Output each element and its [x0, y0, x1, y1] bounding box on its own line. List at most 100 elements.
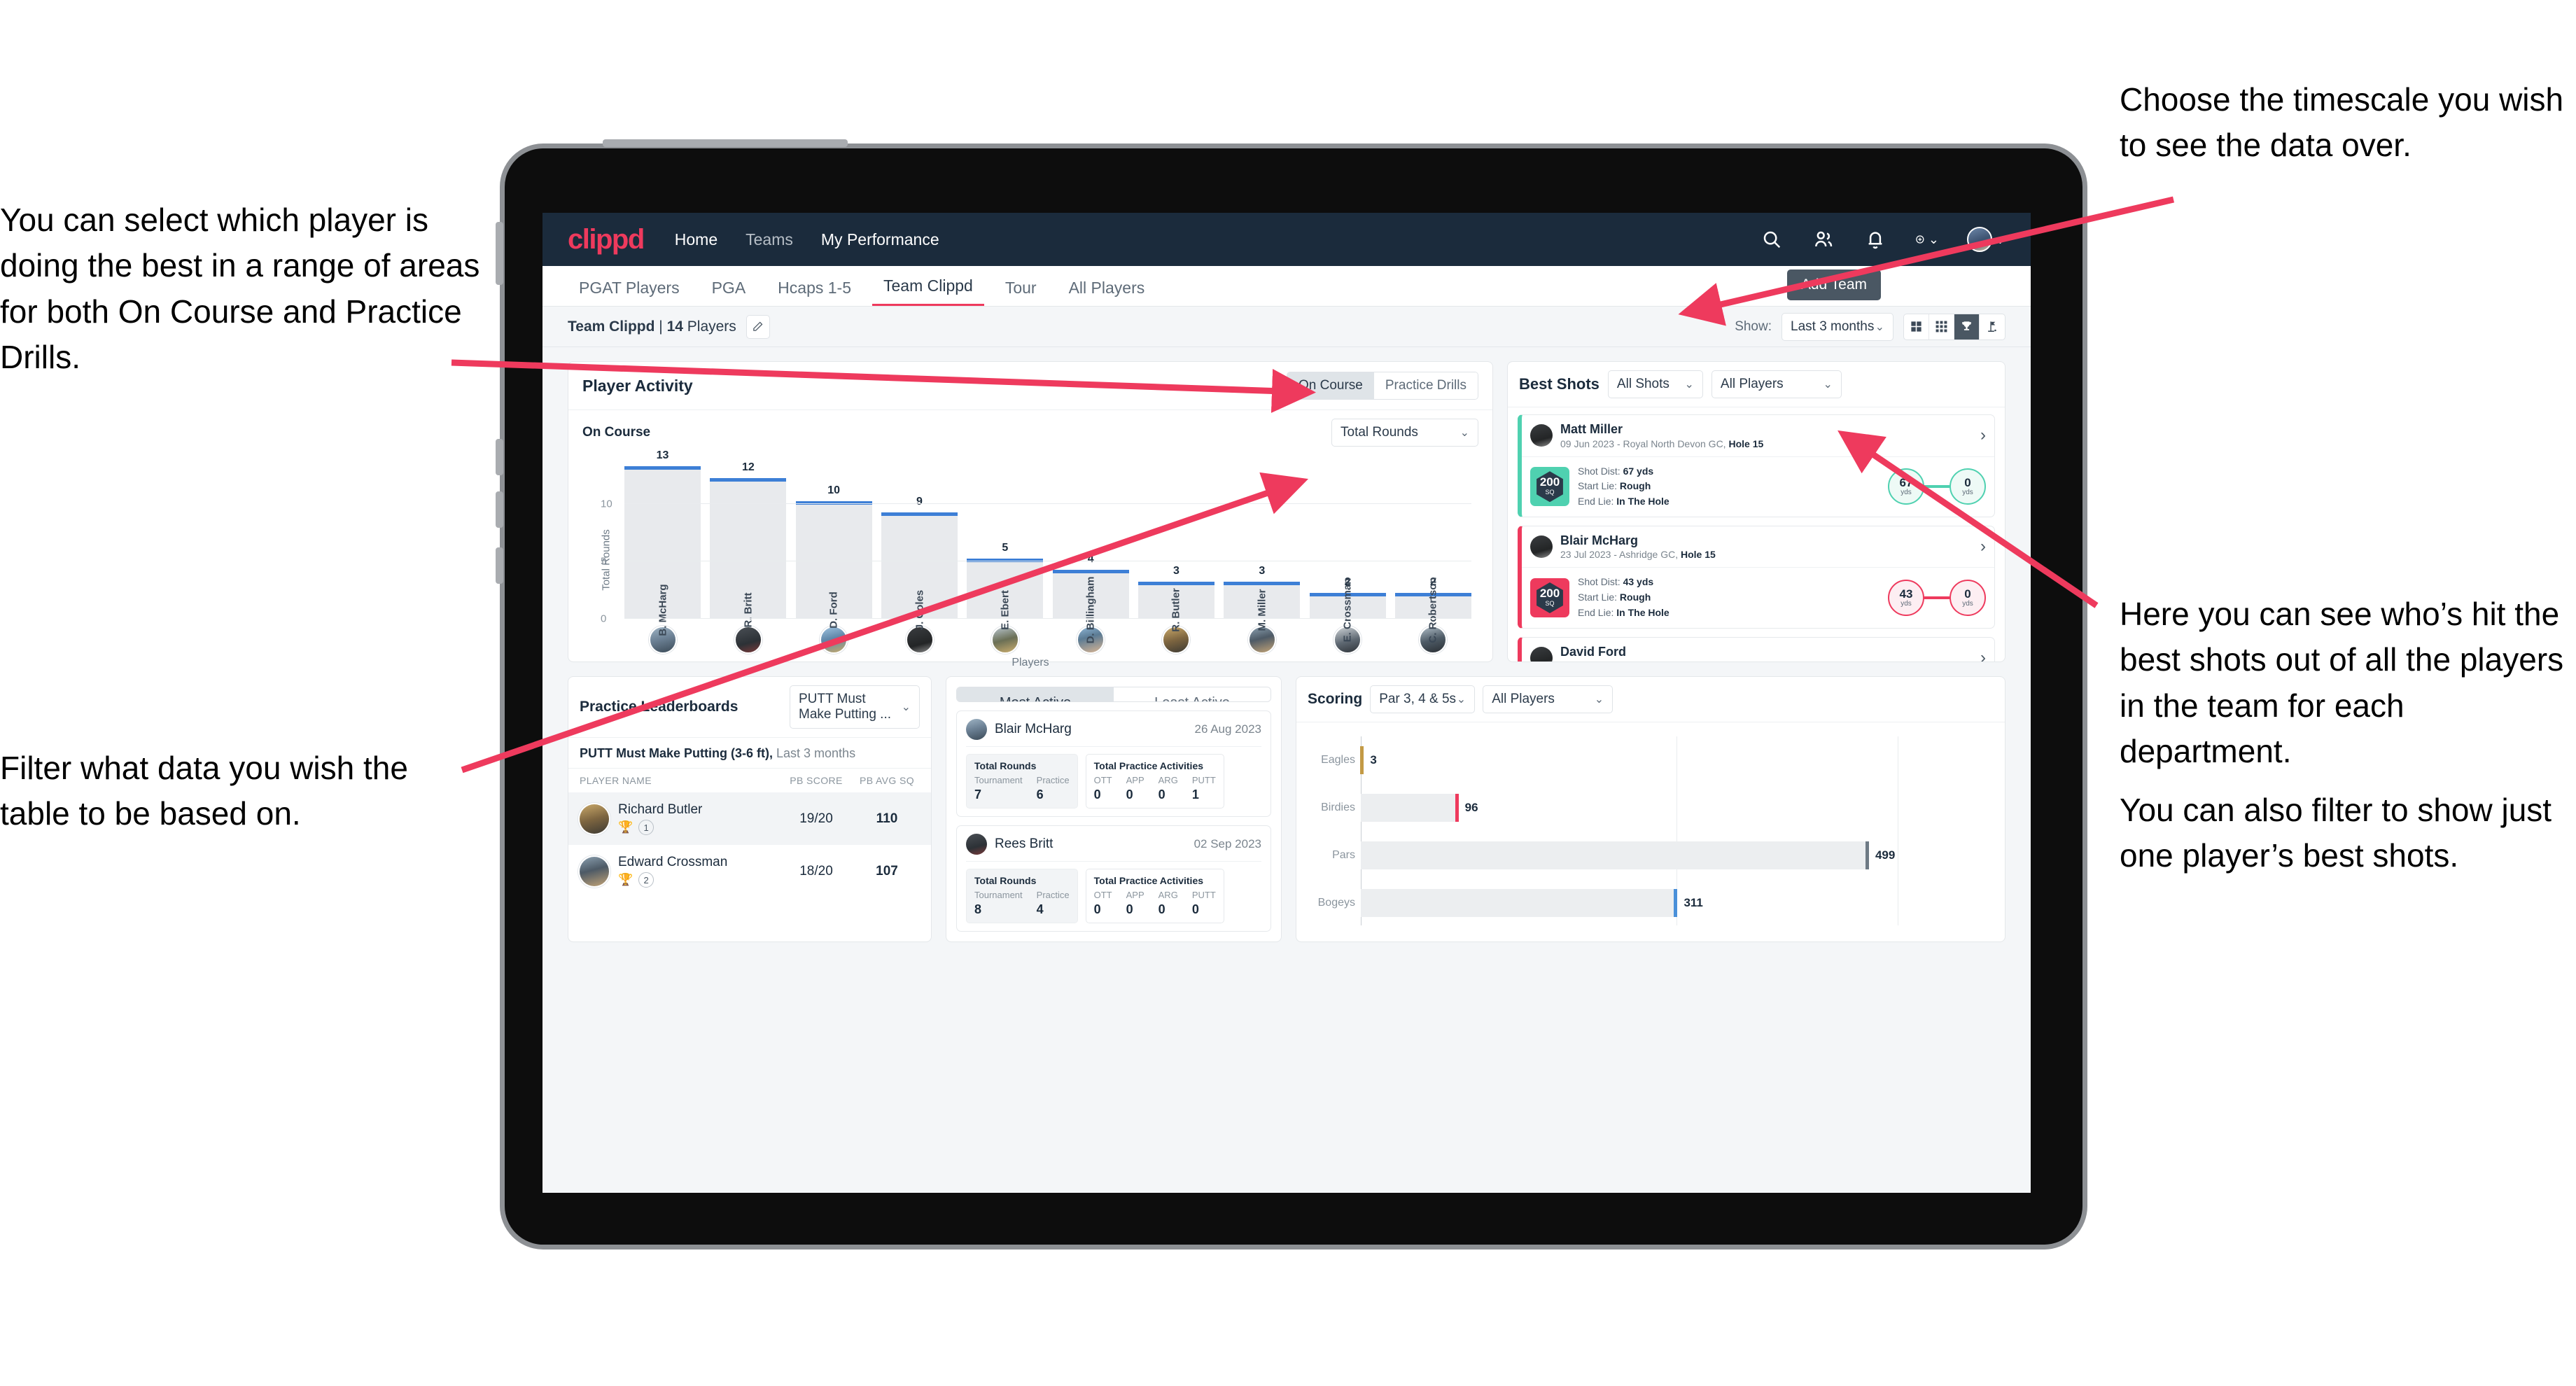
chevron-right-icon[interactable]: › — [1980, 648, 1986, 662]
player-activity-chart: Total Rounds 13 B. McHarg 12 R. Britt 10 D. F… — [568, 449, 1492, 669]
activity-player-card[interactable]: Rees Britt 02 Sep 2023 Total Rounds Tournam… — [956, 825, 1271, 932]
nav-link-my-performance[interactable]: My Performance — [821, 230, 939, 249]
activity-stat-key: ARG — [1158, 890, 1178, 900]
tab-least-active[interactable]: Least Active — [1114, 687, 1270, 701]
activity-date: 02 Sep 2023 — [1194, 837, 1261, 850]
tablet-screen: clippd Home Teams My Performance ⌄ ⌄ PGA… — [542, 213, 2031, 1193]
practice-leaderboards-header: Practice Leaderboards PUTT Must Make Put… — [568, 677, 931, 738]
total-rounds-values: Tournament 8 Practice 4 — [974, 890, 1070, 917]
leaderboard-rows: Richard Butler 🏆 1 19/20 110 Edward Crossman 🏆… — [568, 792, 931, 897]
activity-stat-value: 4 — [1036, 902, 1044, 916]
metric-select[interactable]: Total Rounds ⌄ — [1331, 419, 1478, 447]
chart-bar-column[interactable]: 12 R. Britt — [710, 458, 787, 628]
segment-practice-drills[interactable]: Practice Drills — [1373, 372, 1478, 399]
device-volume-down-button[interactable] — [496, 491, 503, 528]
chart-bar-column[interactable]: 3 M. Miller — [1224, 458, 1301, 631]
avatar — [966, 719, 987, 740]
tab-all-players[interactable]: All Players — [1058, 279, 1156, 306]
best-shot-hole: Hole 15 — [1730, 660, 1765, 662]
team-player-count: 14 — [666, 318, 683, 335]
chart-bar-column[interactable]: 2 C. Robertson — [1394, 458, 1471, 643]
nav-link-teams[interactable]: Teams — [746, 230, 793, 249]
scoring-row[interactable]: Pars 499 — [1332, 841, 1992, 869]
player-avatar-cell[interactable] — [710, 626, 786, 654]
tab-team-clippd[interactable]: Team Clippd — [872, 276, 984, 306]
activity-practice-stat: OTT 0 — [1094, 775, 1112, 802]
people-icon[interactable] — [1812, 227, 1835, 251]
best-shot-header: Matt Miller 09 Jun 2023 - Royal North Dev… — [1522, 415, 1994, 457]
chevron-down-icon: ⌄ — [1456, 694, 1466, 706]
chart-bar-cap — [1138, 581, 1214, 585]
chevron-right-icon[interactable]: › — [1980, 426, 1986, 445]
search-icon[interactable] — [1760, 227, 1784, 251]
golf-flag-icon[interactable] — [1980, 314, 2005, 340]
activity-stat-key: PUTT — [1191, 890, 1216, 900]
grid-2x2-icon[interactable] — [1904, 314, 1929, 340]
best-shots-header: Best Shots All Shots ⌄ All Players ⌄ — [1508, 362, 2005, 407]
player-avatar-cell[interactable] — [796, 626, 872, 654]
par-select[interactable]: Par 3, 4 & 5s ⌄ — [1370, 685, 1476, 713]
plus-circle-icon[interactable]: ⌄ — [1915, 227, 1939, 251]
view-toggle-group — [1903, 313, 2005, 340]
scoring-bar-value: 311 — [1684, 896, 1703, 909]
chevron-right-icon[interactable]: › — [1980, 537, 1986, 556]
drill-select[interactable]: PUTT Must Make Putting ... ⌄ — [790, 685, 920, 729]
add-team-button[interactable]: Add Team — [1786, 270, 1881, 300]
tab-pgat-players[interactable]: PGAT Players — [568, 279, 691, 306]
best-shot-header: David Ford24 Aug 2023 - Royal North Devo… — [1522, 638, 1994, 662]
bell-icon[interactable] — [1863, 227, 1887, 251]
activity-stat-key: APP — [1126, 890, 1144, 900]
chart-bar-column[interactable]: 9 J. Coles — [881, 458, 958, 630]
chart-bar-label: C. Robertson — [1427, 577, 1439, 643]
scoring-row[interactable]: Eagles 3 — [1321, 746, 1992, 774]
activity-player-card[interactable]: Blair McHarg 26 Aug 2023 Total Rounds Tourn… — [956, 710, 1271, 817]
grid-3x3-icon[interactable] — [1929, 314, 1954, 340]
best-shot-card[interactable]: Matt Miller 09 Jun 2023 - Royal North Dev… — [1518, 414, 1995, 517]
scoring-row[interactable]: Bogeys 311 — [1318, 889, 1992, 917]
tab-pga[interactable]: PGA — [701, 279, 757, 306]
tab-most-active[interactable]: Most Active — [957, 687, 1114, 701]
activity-card-header: Blair McHarg 26 Aug 2023 — [966, 719, 1261, 747]
scoring-bar: 96 — [1361, 794, 1478, 822]
nav-link-home[interactable]: Home — [675, 230, 718, 249]
shot-quality-tile: 200 SQ — [1530, 467, 1569, 507]
edit-pencil-icon[interactable] — [746, 314, 770, 339]
annotation-right-bottom: You can also filter to show just one pla… — [2120, 792, 2552, 874]
best-shot-card[interactable]: Blair McHarg 23 Jul 2023 - Ashridge GC, H… — [1518, 525, 1995, 629]
chart-bar-column[interactable]: 10 D. Ford — [795, 458, 872, 629]
chart-bar-column[interactable]: 13 B. McHarg — [624, 449, 701, 636]
best-shot-card[interactable]: David Ford24 Aug 2023 - Royal North Devo… — [1518, 636, 1995, 662]
tab-tour[interactable]: Tour — [994, 279, 1048, 306]
scoring-row[interactable]: Birdies 96 — [1321, 794, 1992, 822]
leaderboard-row[interactable]: Edward Crossman 🏆 2 18/20 107 — [568, 845, 931, 897]
chart-bar-column[interactable]: 2 E. Crossman — [1309, 458, 1386, 642]
chart-gridline — [624, 618, 1471, 619]
leaderboard-row[interactable]: Richard Butler 🏆 1 19/20 110 — [568, 792, 931, 845]
shot-end-distance: 0 yds — [1949, 579, 1986, 616]
timescale-select[interactable]: Last 3 months ⌄ — [1782, 312, 1893, 341]
chart-bar-column[interactable]: 5 E. Ebert — [967, 458, 1044, 630]
tab-hcaps-1-5[interactable]: Hcaps 1-5 — [766, 279, 862, 306]
shot-quality-value: 200 — [1539, 587, 1560, 601]
chart-y-tick: 10 — [601, 498, 612, 510]
device-side-button[interactable] — [496, 547, 503, 584]
chart-bar-column[interactable]: 3 R. Butler — [1138, 458, 1214, 632]
clippd-logo[interactable]: clippd — [568, 224, 645, 255]
end-distance-unit: yds — [1962, 599, 1973, 608]
activity-stat-value: 7 — [974, 788, 982, 802]
scoring-chart: Eagles 3 Birdies 96 Pars 499 Bogeys 311 — [1296, 722, 2005, 941]
device-power-button[interactable] — [496, 222, 503, 285]
device-volume-up-button[interactable] — [496, 439, 503, 475]
best-shots-player-select[interactable]: All Players ⌄ — [1711, 370, 1842, 398]
trophy-icon[interactable] — [1954, 314, 1980, 340]
activity-stat-value: 0 — [1093, 902, 1101, 916]
scoring-player-select[interactable]: All Players ⌄ — [1483, 685, 1614, 713]
segment-on-course[interactable]: On Course — [1287, 372, 1374, 399]
chart-bars: 13 B. McHarg 12 R. Britt 10 D. Ford 9 J. Coles 5… — [624, 449, 1471, 643]
user-menu[interactable]: ⌄ — [1966, 227, 2005, 252]
chart-bar-label: R. Butler — [1170, 588, 1182, 632]
chart-bar-column[interactable]: 4 D. Billingham — [1052, 458, 1129, 643]
shot-type-select[interactable]: All Shots ⌄ — [1607, 370, 1703, 398]
hexagon-icon: 200 SQ — [1536, 582, 1563, 613]
player-avatar-cell[interactable] — [967, 626, 1043, 654]
